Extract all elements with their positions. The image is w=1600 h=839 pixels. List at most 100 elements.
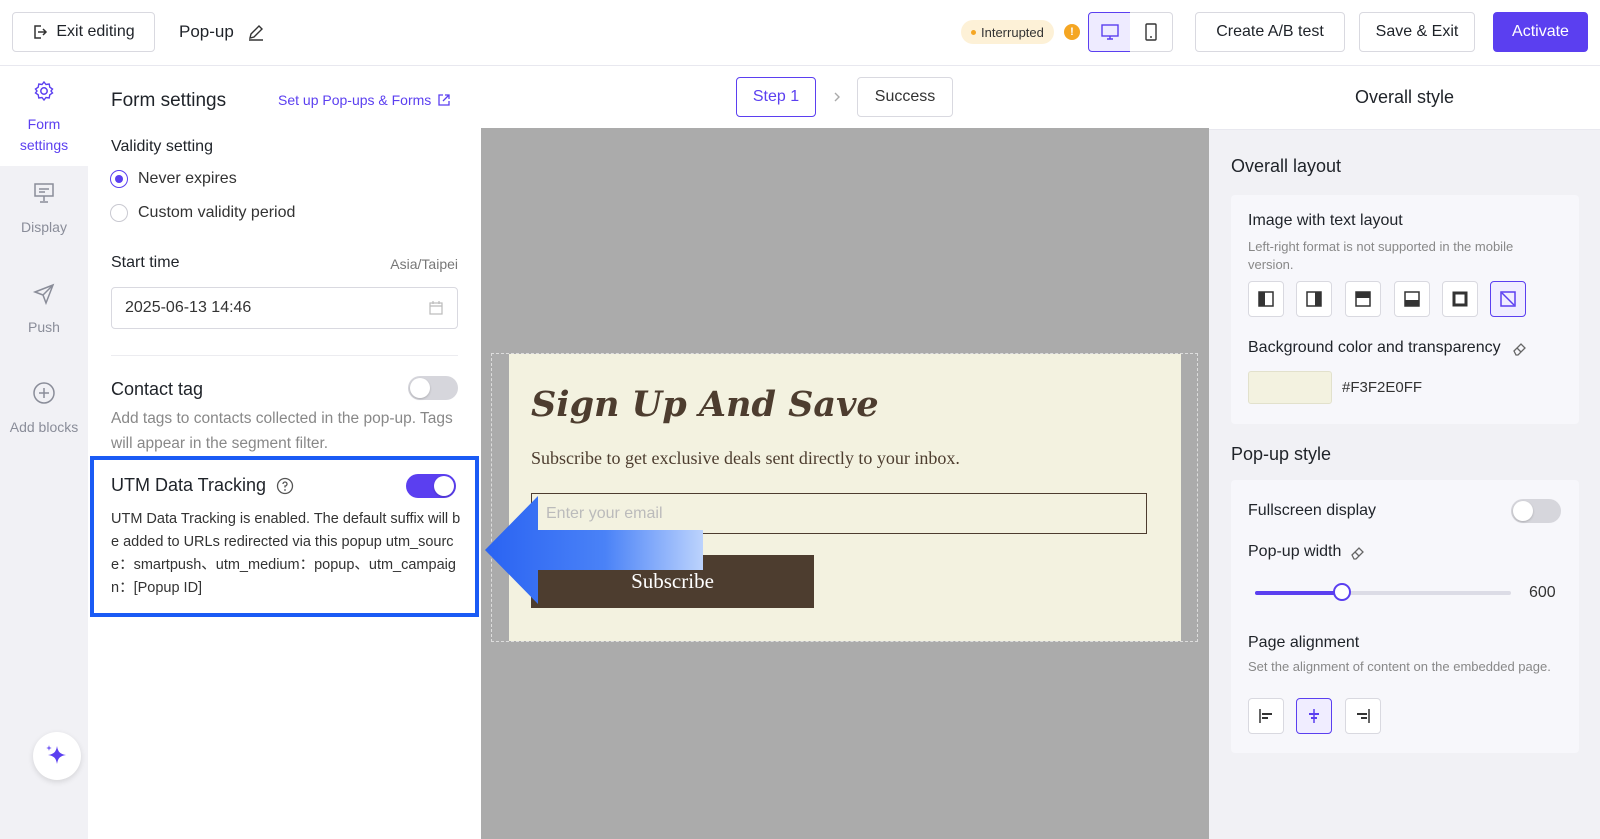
eraser-icon[interactable] <box>1511 339 1529 357</box>
utm-description: UTM Data Tracking is enabled. The defaul… <box>111 511 461 596</box>
start-time-label: Start time <box>111 254 180 271</box>
step-bar: Step 1 Success <box>481 66 1209 128</box>
width-value: 600 <box>1529 584 1556 601</box>
panel-title: Form settings <box>111 90 227 111</box>
layout-image-left-button[interactable] <box>1248 281 1284 317</box>
nav-form-settings[interactable]: Form settings <box>0 66 88 166</box>
width-slider[interactable] <box>1255 583 1511 601</box>
mobile-view-button[interactable] <box>1130 12 1173 52</box>
success-label: Success <box>874 88 936 105</box>
utm-title: UTM Data Tracking <box>111 475 294 496</box>
width-slider-fill <box>1255 591 1343 595</box>
layout-image-top-button[interactable] <box>1345 281 1381 317</box>
popup-style-card: Fullscreen display Pop-up width 600 Page… <box>1231 480 1579 753</box>
popup-style-title: Pop-up style <box>1231 444 1332 464</box>
alignment-note: Set the alignment of content on the embe… <box>1248 659 1551 674</box>
plus-circle-icon <box>33 382 55 404</box>
popup-width-label: Pop-up width <box>1248 543 1367 561</box>
layout-image-background-button[interactable] <box>1442 281 1478 317</box>
popup-subtext: Subscribe to get exclusive deals sent di… <box>531 448 960 468</box>
align-left-button[interactable] <box>1248 698 1284 734</box>
start-time-input[interactable]: 2025-06-13 14:46 <box>111 287 458 329</box>
chevron-right-icon <box>834 92 840 102</box>
overall-style-panel: Overall style Overall layout Image with … <box>1209 66 1600 839</box>
page-alignment-label: Page alignment <box>1248 634 1360 651</box>
fullscreen-toggle[interactable] <box>1511 499 1561 523</box>
gear-icon <box>34 80 54 102</box>
activate-label: Activate <box>1512 23 1569 40</box>
external-link-icon <box>438 94 450 106</box>
bg-color-label-text: Background color and transparency <box>1248 339 1501 356</box>
edit-pencil-icon[interactable] <box>246 22 266 42</box>
custom-validity-radio[interactable] <box>110 204 128 222</box>
align-right-icon <box>1357 709 1370 723</box>
image-text-layout-label: Image with text layout <box>1248 212 1403 229</box>
mobile-icon <box>1145 23 1157 41</box>
info-icon[interactable]: ! <box>1064 24 1080 40</box>
activate-button[interactable]: Activate <box>1493 12 1588 52</box>
top-bar: Exit editing Pop-up Interrupted ! Create… <box>0 0 1600 66</box>
ai-assistant-button[interactable] <box>33 732 81 780</box>
form-settings-panel: Form settings Set up Pop-ups & Forms Val… <box>88 66 481 839</box>
step-1-label: Step 1 <box>752 88 800 105</box>
annotation-arrow <box>485 496 703 604</box>
bg-color-value: #F3F2E0FF <box>1342 379 1423 396</box>
layout-right-icon <box>1306 291 1322 307</box>
exit-editing-button[interactable]: Exit editing <box>12 12 155 52</box>
popup-heading: Sign Up And Save <box>531 384 879 425</box>
layout-no-image-button[interactable] <box>1490 281 1526 317</box>
utm-title-label: UTM Data Tracking <box>111 475 267 495</box>
nav-display[interactable]: Display <box>0 181 88 261</box>
preview-canvas: Step 1 Success Sign Up And Save Subscrib… <box>481 66 1209 839</box>
layout-image-right-button[interactable] <box>1296 281 1332 317</box>
create-ab-test-label: Create A/B test <box>1216 23 1324 40</box>
utm-tracking-section: UTM Data Tracking UTM Data Tracking is e… <box>90 456 479 617</box>
desktop-icon <box>1100 24 1119 40</box>
nav-add-blocks[interactable]: Add blocks <box>0 381 88 461</box>
nav-push[interactable]: Push <box>0 281 88 361</box>
contact-tag-title: Contact tag <box>111 379 204 399</box>
layout-note: Left-right format is not supported in th… <box>1248 239 1514 272</box>
contact-tag-description: Add tags to contacts collected in the po… <box>111 410 453 452</box>
start-time-value: 2025-06-13 14:46 <box>125 299 252 316</box>
custom-validity-label: Custom validity period <box>138 204 296 221</box>
align-center-button[interactable] <box>1296 698 1332 734</box>
exit-icon <box>32 24 48 40</box>
desktop-view-button[interactable] <box>1088 12 1131 52</box>
bg-color-swatch[interactable] <box>1248 371 1332 404</box>
layout-bottom-icon <box>1404 291 1420 307</box>
layout-image-bottom-button[interactable] <box>1394 281 1430 317</box>
step-1-tab[interactable]: Step 1 <box>736 77 816 117</box>
success-tab[interactable]: Success <box>857 77 953 117</box>
exit-editing-label: Exit editing <box>56 23 135 40</box>
side-nav: Form settings Display Push Add blocks <box>0 66 88 839</box>
status-label: Interrupted <box>981 24 1044 40</box>
width-slider-handle[interactable] <box>1333 583 1352 601</box>
overall-layout-title: Overall layout <box>1231 156 1342 176</box>
align-right-button[interactable] <box>1345 698 1381 734</box>
align-center-icon <box>1309 709 1319 723</box>
create-ab-test-button[interactable]: Create A/B test <box>1195 12 1345 52</box>
help-icon[interactable] <box>276 477 294 495</box>
display-icon <box>34 183 54 203</box>
status-dot-icon <box>971 30 976 35</box>
layout-top-icon <box>1355 291 1371 307</box>
validity-label: Validity setting <box>111 138 213 155</box>
never-expires-radio[interactable] <box>110 170 128 188</box>
eraser-icon[interactable] <box>1349 543 1367 561</box>
never-expires-label: Never expires <box>138 170 237 187</box>
style-header: Overall style <box>1209 66 1600 130</box>
save-exit-button[interactable]: Save & Exit <box>1359 12 1475 52</box>
nav-display-label: Display <box>21 219 67 235</box>
utm-tracking-toggle[interactable] <box>406 474 456 498</box>
contact-tag-toggle[interactable] <box>408 376 458 400</box>
calendar-icon <box>429 301 443 315</box>
layout-left-icon <box>1258 291 1274 307</box>
fullscreen-label: Fullscreen display <box>1248 502 1377 519</box>
overall-style-title: Overall style <box>1354 87 1455 107</box>
setup-link[interactable]: Set up Pop-ups & Forms <box>278 92 451 108</box>
bg-color-label: Background color and transparency <box>1248 339 1529 357</box>
layout-none-icon <box>1500 291 1516 307</box>
layout-frame-icon <box>1452 291 1468 307</box>
page-title: Pop-up <box>179 22 266 42</box>
